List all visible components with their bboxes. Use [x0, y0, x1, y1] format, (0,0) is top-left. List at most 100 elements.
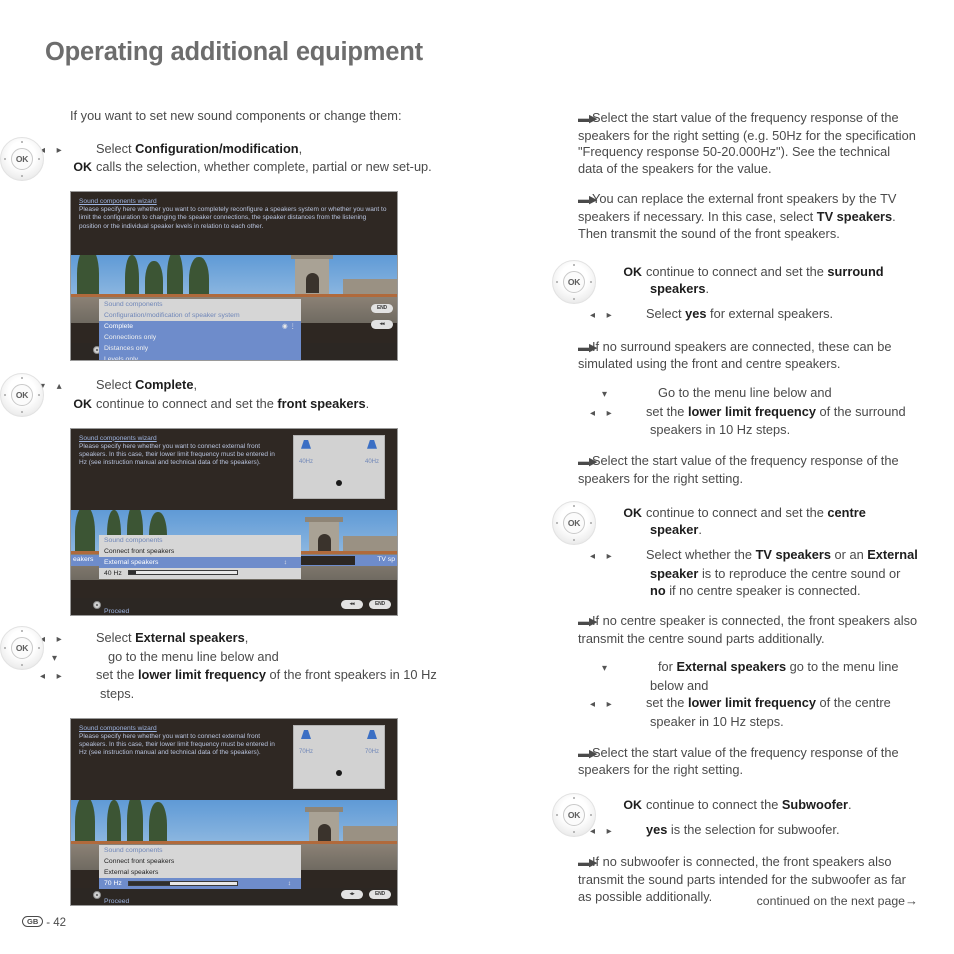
ok-wheel-icon[interactable]: OK [0, 136, 44, 181]
step-select-complete: OK ▾ ▴ Select Complete, OK continue to con… [0, 373, 470, 418]
speaker-front-left: 70Hz [299, 729, 314, 758]
key-end[interactable]: END [371, 304, 393, 314]
osd-item-external-speakers[interactable]: External speakers [99, 866, 301, 878]
arrow-keys-left-right: ◂ ▸ [40, 671, 64, 683]
osd-title: Sound components [99, 299, 301, 311]
left-column: If you want to set new sound components … [0, 108, 470, 920]
osd-updown-indicator-icon: ↕ [287, 879, 291, 887]
key-end[interactable]: END [369, 599, 391, 609]
remote-dot-up [573, 796, 575, 799]
frequency-slider-track[interactable] [127, 570, 238, 576]
step-surround-speakers: OK OK continue to connect and set the sur… [552, 260, 918, 324]
tv-screenshot-3: Sound components wizard Please specify h… [70, 717, 398, 906]
line1-pre: Select [96, 377, 136, 393]
tv-help-title: Sound components wizard [79, 198, 157, 206]
tv-osd-menu-3[interactable]: Sound components Connect front speakers … [99, 844, 301, 889]
line2-pre: set the [646, 695, 688, 711]
remote-dot-down [573, 830, 575, 833]
listening-position-icon [336, 769, 342, 776]
right-column: ▬▶ Select the start value of the frequenc… [552, 110, 918, 915]
line1-bold: External speakers [676, 659, 787, 675]
osd-item-connect-front-speakers[interactable]: Connect front speakers [99, 855, 301, 867]
key-skip[interactable]: ◂▸ [341, 889, 363, 899]
note-arrow-icon: ▬▶ [578, 113, 598, 125]
step-line-2: ◂ ▸ set the lower limit frequency of the … [590, 403, 918, 440]
ok-dot-icon [93, 600, 101, 609]
osd-frequency-slider-row-3[interactable]: 70 Hz ↕ [99, 877, 301, 889]
step-line-1: OK continue to connect and set the surrou… [620, 264, 918, 298]
speaker-icon [301, 439, 311, 449]
continued-note: continued on the next page→ [757, 893, 918, 908]
osd-item-label: Distances only [104, 345, 149, 353]
line2-pre: set the [646, 403, 688, 419]
remote-dot-up [21, 629, 23, 632]
step-text: ▾ Go to the menu line below and ◂ ▸ set th… [590, 385, 918, 440]
arrow-keys-left-right: ◂ ▸ [590, 407, 614, 419]
step-configuration-modification: OK ◂ ▸ Select Configuration/modification,… [0, 136, 470, 181]
speaker-layout-diagram-2: 40Hz 40Hz [293, 434, 385, 499]
step-text: OK continue to connect and set the centre… [590, 505, 918, 599]
osd-item-connections-only[interactable]: Connections only [99, 332, 301, 344]
speaker-layout-diagram-3: 70Hz 70Hz [293, 724, 385, 789]
ok-wheel-icon[interactable]: OK [552, 792, 596, 837]
remote-ok-button[interactable]: OK [563, 271, 585, 294]
arrow-keys-left-right: ◂ ▸ [40, 144, 64, 156]
line2-post: . [365, 395, 370, 411]
line2-bold: front speakers [277, 395, 366, 411]
key-rewind[interactable]: ◂◂ [341, 599, 363, 609]
tv-osd-menu-1[interactable]: Sound components Configuration/modificat… [99, 299, 301, 361]
slider-value-label: 40 Hz [104, 569, 122, 577]
step-text: OK continue to connect and set the surrou… [590, 264, 918, 324]
frequency-slider-track[interactable] [127, 880, 238, 886]
ok-dot-icon [93, 890, 101, 899]
note-frequency-start-value-3: ▬▶Select the start value of the frequenc… [578, 745, 918, 779]
speaker-frequency-label: 70Hz [299, 748, 314, 755]
right-arrow-icon: → [905, 893, 918, 908]
arrow-keys-left-right: ◂ ▸ [590, 825, 614, 837]
remote-dot-right [38, 157, 40, 160]
line2-pre: continue to connect and set the [96, 395, 278, 411]
remote-dot-up [21, 140, 23, 143]
remote-ok-button[interactable]: OK [11, 636, 33, 659]
osd-item-complete[interactable]: Complete ◉ ⋮ [99, 321, 301, 333]
note-arrow-icon: ▬▶ [578, 747, 598, 760]
line1-pre: Select [96, 629, 136, 645]
osd-item-connect-front-speakers[interactable]: Connect front speakers [99, 545, 301, 557]
line3-bold: lower limit frequency [137, 667, 266, 683]
step-centre-lower-limit-frequency: ▾ for External speakers go to the menu li… [590, 659, 918, 730]
line2-bold: lower limit frequency [687, 403, 816, 419]
step-line-1: ▾ Go to the menu line below and [602, 385, 918, 404]
ok-key-label: OK [623, 506, 642, 521]
osd-item-external-speakers[interactable]: External speakers ↕ [99, 556, 301, 568]
line2-bold: yes [646, 821, 668, 837]
line2-pre: Select whether the [646, 546, 756, 562]
tv-help-panel-2: Sound components wizard Please specify h… [71, 428, 397, 510]
photo-tower-cap [291, 255, 333, 260]
ok-wheel-icon[interactable]: OK [552, 501, 596, 546]
ok-wheel-icon[interactable]: OK [0, 373, 44, 418]
osd-item-levels-only[interactable]: Levels only [99, 354, 301, 361]
tv-osd-menu-2[interactable]: Sound components Connect front speakers … [99, 534, 301, 579]
note-arrow-icon: ▬▶ [578, 616, 598, 629]
remote-ok-button[interactable]: OK [563, 803, 585, 826]
osd-updown-indicator-icon: ↕ [283, 558, 287, 566]
slider-value-label: 70 Hz [104, 879, 122, 887]
speaker-front-left: 40Hz [299, 439, 313, 468]
tv-help-body: Please specify here whether you want to … [79, 732, 275, 757]
osd-item-label: Complete [104, 323, 134, 331]
key-end[interactable]: END [369, 889, 391, 899]
line2-post: if no centre speaker is connected. [665, 582, 861, 598]
step-line-1: ▾ for External speakers go to the menu li… [602, 659, 918, 695]
line2-bold: lower limit frequency [687, 695, 816, 711]
remote-ok-button[interactable]: OK [11, 147, 33, 170]
ok-wheel-icon[interactable]: OK [0, 625, 44, 670]
osd-item-distances-only[interactable]: Distances only [99, 343, 301, 355]
osd-frequency-slider-row-2[interactable]: 40 Hz [99, 567, 301, 579]
ok-wheel-icon[interactable]: OK [552, 260, 596, 305]
speaker-front-right: 70Hz [365, 729, 379, 758]
note-arrow-icon: ▬▶ [578, 341, 598, 354]
step-text: ◂ ▸ Select Configuration/modification, OK… [40, 141, 470, 177]
key-rewind[interactable]: ◂◂ [371, 320, 393, 330]
note-text: Select the start value of the frequency … [578, 453, 899, 486]
step-line-3: ◂ ▸ set the lower limit frequency of the … [40, 667, 470, 703]
